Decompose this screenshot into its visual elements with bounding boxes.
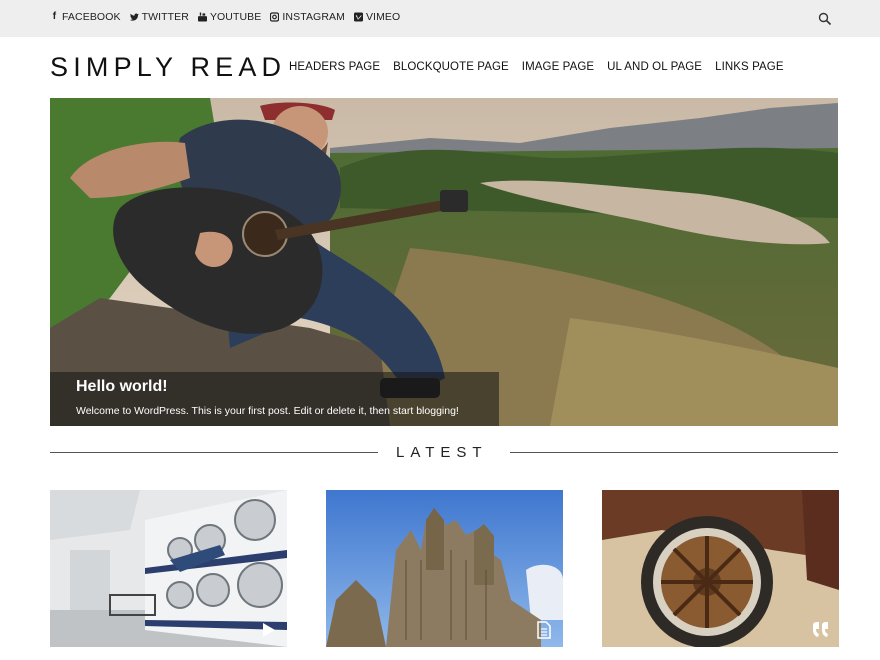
document-icon bbox=[535, 621, 553, 639]
site-title[interactable]: SIMPLY READ bbox=[50, 52, 286, 83]
social-link-instagram[interactable]: INSTAGRAM bbox=[270, 11, 345, 23]
social-label: FACEBOOK bbox=[62, 11, 121, 23]
nav-item-headers[interactable]: HEADERS PAGE bbox=[289, 61, 380, 73]
latest-title: LATEST bbox=[396, 444, 488, 461]
search-icon[interactable] bbox=[818, 12, 832, 26]
laundromat-photo bbox=[50, 490, 287, 647]
divider-line-right bbox=[510, 452, 838, 453]
vimeo-icon bbox=[353, 12, 363, 22]
nav-item-ul-ol[interactable]: UL AND OL PAGE bbox=[607, 61, 702, 73]
nav-item-links[interactable]: LINKS PAGE bbox=[715, 61, 784, 73]
main-nav: HEADERS PAGE BLOCKQUOTE PAGE IMAGE PAGE … bbox=[289, 61, 784, 73]
twitter-icon bbox=[129, 12, 139, 22]
hero-post-excerpt: Welcome to WordPress. This is your first… bbox=[76, 405, 459, 417]
post-card-3[interactable] bbox=[602, 490, 839, 647]
top-bar: f FACEBOOK TWITTER YOUTUBE INSTAGRAM VIM… bbox=[0, 0, 880, 37]
youtube-icon bbox=[197, 12, 207, 22]
social-link-twitter[interactable]: TWITTER bbox=[129, 11, 189, 23]
social-link-facebook[interactable]: f FACEBOOK bbox=[50, 11, 121, 23]
instagram-icon bbox=[270, 12, 280, 22]
nav-item-image[interactable]: IMAGE PAGE bbox=[522, 61, 594, 73]
social-label: YOUTUBE bbox=[209, 11, 262, 23]
video-play-icon bbox=[259, 621, 277, 639]
quote-icon bbox=[811, 621, 829, 639]
featured-post[interactable]: Hello world! Welcome to WordPress. This … bbox=[50, 98, 838, 426]
post-card-1[interactable] bbox=[50, 490, 287, 647]
latest-section-header: LATEST bbox=[50, 443, 838, 463]
social-links: f FACEBOOK TWITTER YOUTUBE INSTAGRAM VIM… bbox=[50, 11, 400, 23]
nav-item-blockquote[interactable]: BLOCKQUOTE PAGE bbox=[393, 61, 509, 73]
social-link-vimeo[interactable]: VIMEO bbox=[353, 11, 401, 23]
post-card-2[interactable] bbox=[326, 490, 563, 647]
hero-caption: Hello world! Welcome to WordPress. This … bbox=[50, 372, 499, 426]
cathedral-photo bbox=[326, 490, 563, 647]
facebook-icon: f bbox=[52, 11, 57, 22]
social-label: TWITTER bbox=[141, 11, 189, 23]
social-link-youtube[interactable]: YOUTUBE bbox=[197, 11, 262, 23]
social-label: INSTAGRAM bbox=[282, 11, 345, 23]
hero-post-title[interactable]: Hello world! bbox=[76, 378, 168, 396]
social-label: VIMEO bbox=[365, 11, 401, 23]
rusty-wheel-photo bbox=[602, 490, 839, 647]
divider-line-left bbox=[50, 452, 378, 453]
